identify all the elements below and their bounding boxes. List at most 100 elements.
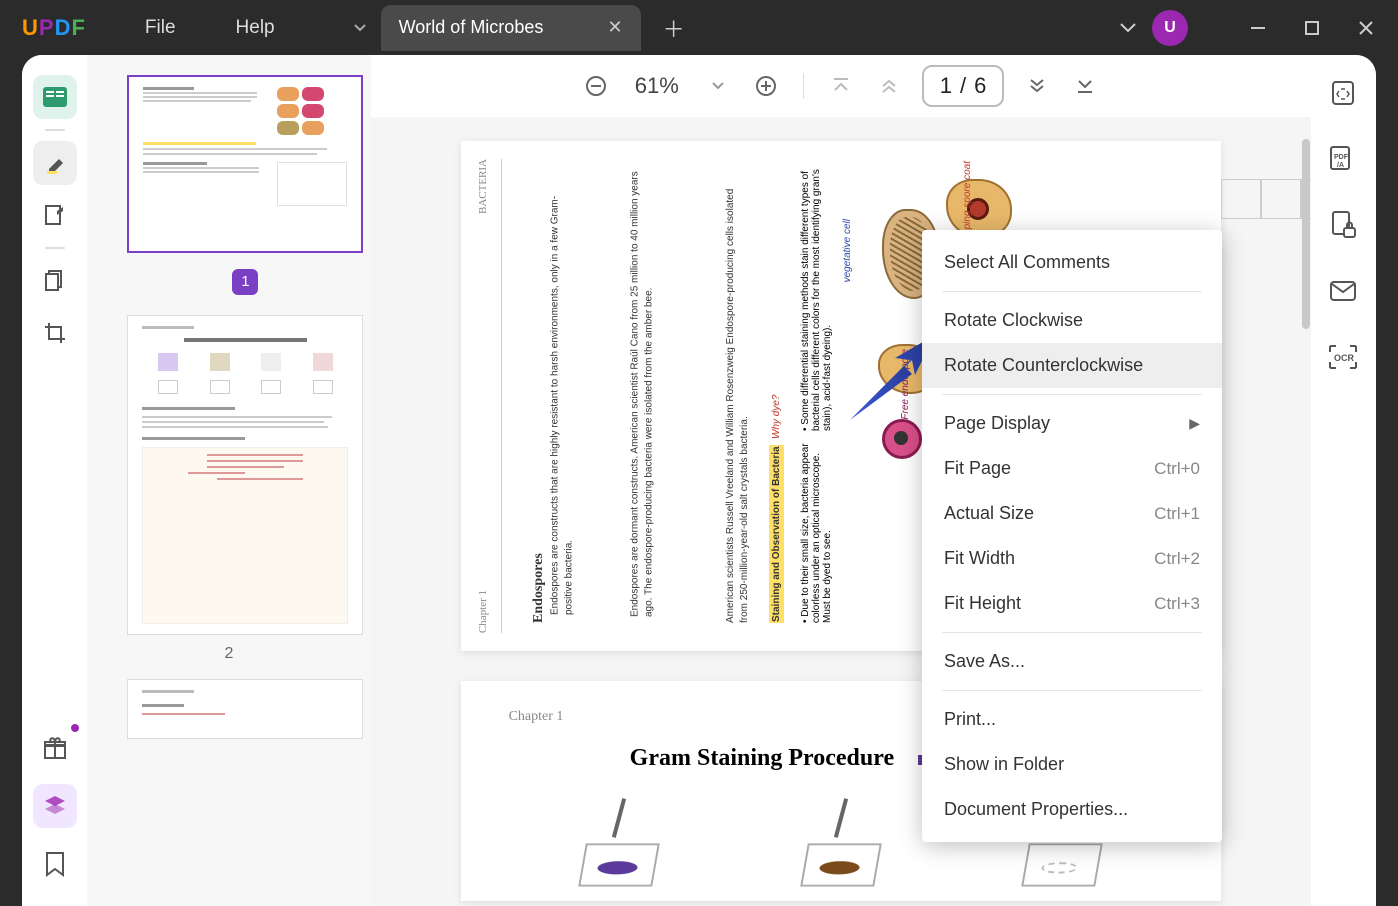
tool-convert[interactable] — [1325, 75, 1361, 111]
tool-edit[interactable] — [33, 193, 77, 237]
ctx-fit-height[interactable]: Fit HeightCtrl+3 — [922, 581, 1222, 626]
thumbnail-page-2[interactable] — [127, 315, 363, 635]
heading-endospores: Endospores — [529, 169, 549, 623]
tab-area: World of Microbes ✕ ＋ — [345, 5, 685, 51]
current-page: 1 — [940, 73, 952, 99]
tool-gift[interactable] — [33, 726, 77, 770]
ocr-icon: OCR — [1328, 344, 1358, 370]
ctx-label: Select All Comments — [944, 252, 1110, 273]
minimize-icon — [1251, 27, 1265, 29]
menu-file[interactable]: File — [145, 17, 176, 39]
ctx-show-in-folder[interactable]: Show in Folder — [922, 742, 1222, 787]
logo-letter: U — [22, 15, 38, 41]
ctx-label: Fit Page — [944, 458, 1011, 479]
tool-protect[interactable] — [1325, 207, 1361, 243]
thumbnail-page-1[interactable] — [127, 75, 363, 253]
slide-icon — [1021, 843, 1103, 886]
left-rail-bottom — [33, 726, 77, 886]
chevron-bottom-bar-icon — [1076, 77, 1094, 95]
edit-icon — [43, 203, 67, 227]
ctx-print[interactable]: Print... — [922, 697, 1222, 742]
prev-page-button[interactable] — [874, 71, 904, 101]
svg-text:/A: /A — [1337, 162, 1344, 169]
ctx-document-properties[interactable]: Document Properties... — [922, 787, 1222, 832]
margin-line — [501, 159, 502, 633]
right-tool-rail: PDF/A OCR — [1311, 55, 1376, 906]
tool-share[interactable] — [1325, 273, 1361, 309]
user-avatar[interactable]: U — [1152, 10, 1188, 46]
ctx-label: Actual Size — [944, 503, 1034, 524]
footer-label: Chapter 1 — [477, 590, 489, 633]
ctx-page-display[interactable]: Page Display▶ — [922, 401, 1222, 446]
gift-icon — [42, 735, 68, 761]
logo-letter: F — [71, 15, 84, 41]
menu-help[interactable]: Help — [236, 17, 275, 39]
last-page-button[interactable] — [1070, 71, 1100, 101]
ctx-shortcut: Ctrl+1 — [1154, 504, 1200, 524]
tool-pages[interactable] — [33, 259, 77, 303]
ctx-save-as[interactable]: Save As... — [922, 639, 1222, 684]
scrollbar-thumb[interactable] — [1302, 139, 1310, 329]
tool-crop[interactable] — [33, 311, 77, 355]
plus-circle-icon — [755, 75, 777, 97]
context-menu: Select All Comments Rotate Clockwise Rot… — [922, 230, 1222, 842]
tab-close-button[interactable]: ✕ — [608, 17, 623, 38]
tool-bookmark[interactable] — [33, 842, 77, 886]
paragraph: Endospores are constructs that are highl… — [548, 169, 628, 615]
heading-staining: Staining and Observation of Bacteria — [769, 445, 784, 623]
dropper-icon: .d1::after{background:#5a3a9a} — [612, 798, 626, 838]
stain-step: .d1::after{background:#5a3a9a} — [582, 798, 656, 888]
ctx-rotate-counterclockwise[interactable]: Rotate Counterclockwise — [922, 343, 1222, 388]
thumbnail-page-3[interactable] — [127, 679, 363, 739]
bullet-item: Some differential staining methods stain… — [800, 170, 833, 432]
chevron-down-icon — [1120, 23, 1136, 33]
tab-title: World of Microbes — [399, 17, 544, 38]
tool-ocr[interactable]: OCR — [1325, 339, 1361, 375]
zoom-out-button[interactable] — [581, 71, 611, 101]
ctx-fit-page[interactable]: Fit Page Ctrl+0 — [922, 446, 1222, 491]
tool-highlight[interactable] — [33, 141, 77, 185]
new-tab-button[interactable]: ＋ — [663, 12, 685, 44]
svg-text:PDF: PDF — [1334, 154, 1349, 161]
ctx-select-all-comments[interactable]: Select All Comments — [922, 240, 1222, 285]
pages-icon — [43, 269, 67, 293]
zoom-dropdown[interactable] — [703, 71, 733, 101]
titlebar: U P D F File Help World of Microbes ✕ ＋ … — [0, 0, 1398, 55]
window-minimize[interactable] — [1234, 10, 1282, 46]
thumbnail-preview — [128, 680, 362, 738]
chevron-down-icon — [712, 82, 724, 90]
first-page-button[interactable] — [826, 71, 856, 101]
minus-circle-icon — [585, 75, 607, 97]
page-indicator[interactable]: 1 / 6 — [922, 65, 1005, 107]
highlighter-icon — [43, 151, 67, 175]
account-dropdown[interactable] — [1110, 10, 1146, 46]
logo-letter: D — [55, 15, 71, 41]
tool-pdfa[interactable]: PDF/A — [1325, 141, 1361, 177]
table-fragment — [1221, 179, 1311, 219]
ctx-rotate-clockwise[interactable]: Rotate Clockwise — [922, 298, 1222, 343]
ctx-label: Fit Width — [944, 548, 1015, 569]
slide-icon — [800, 843, 882, 886]
thumbnail-panel[interactable]: 1 — [87, 55, 370, 906]
app-logo: U P D F — [22, 15, 85, 41]
tool-layers[interactable] — [33, 784, 77, 828]
ctx-shortcut: Ctrl+2 — [1154, 549, 1200, 569]
titlebar-right: U — [1110, 10, 1390, 46]
chevron-down-double-icon — [1028, 79, 1046, 93]
window-maximize[interactable] — [1288, 10, 1336, 46]
ctx-actual-size[interactable]: Actual Size Ctrl+1 — [922, 491, 1222, 536]
maximize-icon — [1305, 21, 1319, 35]
window-close[interactable] — [1342, 10, 1390, 46]
ctx-separator — [942, 291, 1202, 292]
view-toolbar: 61% 1 / 6 — [371, 55, 1311, 117]
ctx-shortcut: Ctrl+0 — [1154, 459, 1200, 479]
text-column-3: Staining and Observation of Bacteria Why… — [770, 169, 784, 623]
chevron-top-bar-icon — [832, 77, 850, 95]
tab-active[interactable]: World of Microbes ✕ — [381, 5, 641, 51]
next-page-button[interactable] — [1022, 71, 1052, 101]
tab-list-dropdown[interactable] — [345, 8, 375, 48]
zoom-in-button[interactable] — [751, 71, 781, 101]
ctx-fit-width[interactable]: Fit Width Ctrl+2 — [922, 536, 1222, 581]
tool-reader[interactable] — [33, 75, 77, 119]
header-label: BACTERIA — [477, 159, 489, 214]
